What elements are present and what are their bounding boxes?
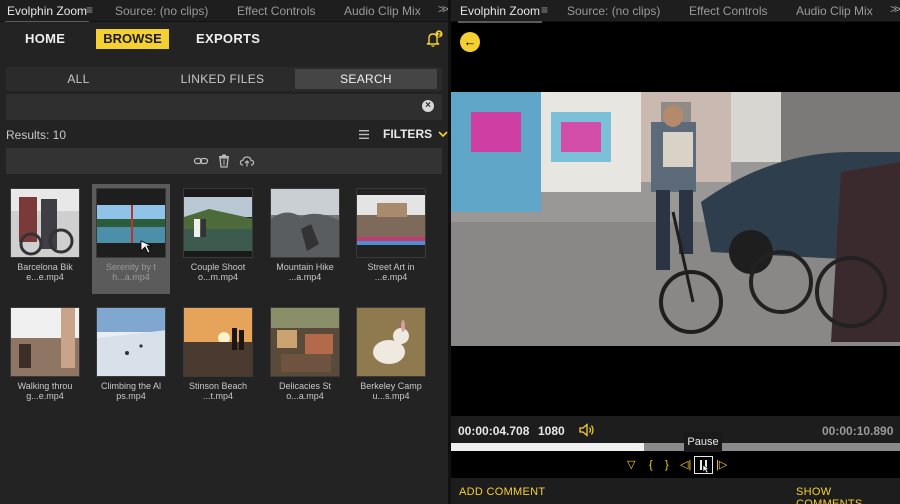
filters-label: FILTERS	[383, 127, 433, 141]
mark-out-icon[interactable]: }	[665, 458, 669, 472]
asset-name: Couple Shoot o...m.mp4	[190, 262, 246, 282]
results-count: Results: 10	[6, 128, 67, 142]
comment-footer: ADD COMMENT SHOW COMMENTS	[451, 478, 900, 504]
nav-browse[interactable]: BROWSE	[96, 29, 169, 49]
right-tab-bar: Evolphin Zoom ≡ Source: (no clips) Effec…	[451, 0, 900, 23]
asset-tile[interactable]: Walking throu g...e.mp4	[6, 307, 84, 401]
nav-home[interactable]: HOME	[25, 31, 65, 46]
zoom-player-panel: Evolphin Zoom ≡ Source: (no clips) Effec…	[451, 0, 900, 504]
cloud-upload-icon[interactable]	[239, 153, 255, 169]
asset-name: Mountain Hike ...a.mp4	[276, 262, 334, 282]
tab-audio-clip-mix[interactable]: Audio Clip Mix	[796, 4, 873, 18]
segment-search[interactable]: SEARCH	[295, 69, 437, 89]
chevron-down-icon	[438, 130, 448, 137]
asset-thumbnail-stinson-beach	[183, 307, 253, 377]
overflow-icon[interactable]: >>	[438, 2, 449, 16]
pause-button[interactable]	[694, 456, 713, 474]
clear-search-icon[interactable]: ×	[422, 100, 434, 112]
playback-controls: ▽ { } ◁| |▷	[451, 452, 900, 478]
search-input[interactable]: ×	[6, 94, 442, 120]
tab-menu-icon[interactable]: ≡	[541, 3, 548, 17]
asset-tile[interactable]: Delicacies St o...a.mp4	[266, 307, 344, 401]
time-info-bar: 00:00:04.708 1080 00:00:10.890	[451, 416, 900, 444]
asset-thumbnail-serenity	[96, 188, 166, 258]
asset-thumbnail-barcelona	[10, 188, 80, 258]
asset-thumbnail-mountain-hike	[270, 188, 340, 258]
asset-tile[interactable]: Couple Shoot o...m.mp4	[179, 188, 257, 282]
duration: 00:00:10.890	[822, 424, 894, 438]
resolution-label: 1080	[538, 424, 565, 438]
tab-source[interactable]: Source: (no clips)	[115, 4, 208, 18]
step-forward-icon[interactable]: |▷	[716, 458, 727, 472]
asset-thumbnail-delicacies	[270, 307, 340, 377]
pause-tooltip: Pause	[684, 432, 722, 452]
back-arrow-icon[interactable]: ←	[460, 32, 480, 52]
filters-button[interactable]: FILTERS	[359, 127, 448, 141]
asset-tile[interactable]: Mountain Hike ...a.mp4	[266, 188, 344, 282]
asset-action-bar	[6, 148, 442, 174]
asset-name: Walking throu g...e.mp4	[17, 381, 73, 401]
video-frame[interactable]	[451, 92, 900, 346]
filter-list-icon	[359, 129, 369, 139]
asset-tile[interactable]: Barcelona Bik e...e.mp4	[6, 188, 84, 282]
pause-icon	[700, 460, 710, 474]
notification-bell-icon[interactable]: 2	[425, 30, 443, 48]
tab-evolphin-zoom[interactable]: Evolphin Zoom	[4, 4, 90, 23]
tab-audio-clip-mix[interactable]: Audio Clip Mix	[344, 4, 421, 18]
segment-linked-files[interactable]: LINKED FILES	[151, 67, 294, 91]
view-segmented-control: ALL LINKED FILES SEARCH	[6, 67, 442, 91]
asset-thumbnail-couple-shoot	[183, 188, 253, 258]
add-marker-icon[interactable]: ▽	[627, 458, 635, 472]
asset-name: Climbing the Al ps.mp4	[100, 381, 162, 401]
trash-icon[interactable]	[216, 153, 232, 169]
current-time: 00:00:04.708	[458, 424, 530, 438]
asset-name: Barcelona Bik e...e.mp4	[17, 262, 73, 282]
asset-thumbnail-walking	[10, 307, 80, 377]
asset-thumbnail-berkeley-campus	[356, 307, 426, 377]
left-tab-bar: Evolphin Zoom ≡ Source: (no clips) Effec…	[0, 0, 449, 23]
asset-name: Stinson Beach ...t.mp4	[188, 381, 248, 401]
zoom-browser-panel: Evolphin Zoom ≡ Source: (no clips) Effec…	[0, 0, 449, 504]
tab-source[interactable]: Source: (no clips)	[567, 4, 660, 18]
asset-tile-selected[interactable]: Serenity by t h...a.mp4	[92, 184, 170, 294]
asset-name: Serenity by t h...a.mp4	[105, 262, 157, 282]
tab-evolphin-zoom[interactable]: Evolphin Zoom	[457, 4, 543, 23]
asset-tile[interactable]: Climbing the Al ps.mp4	[92, 307, 170, 401]
asset-thumbnail-climbing-alps	[96, 307, 166, 377]
asset-name: Street Art in ...e.mp4	[367, 262, 415, 282]
tab-menu-icon[interactable]: ≡	[86, 3, 93, 17]
step-back-icon[interactable]: ◁|	[680, 458, 691, 472]
link-icon[interactable]	[193, 153, 209, 169]
progress-fill	[451, 443, 645, 451]
show-comments-button[interactable]: SHOW COMMENTS	[796, 486, 900, 504]
top-nav: HOME BROWSE EXPORTS 2	[0, 22, 448, 60]
mark-in-icon[interactable]: {	[649, 458, 653, 472]
asset-thumbnail-street-art	[356, 188, 426, 258]
tab-effect-controls[interactable]: Effect Controls	[689, 4, 767, 18]
asset-name: Delicacies St o...a.mp4	[278, 381, 332, 401]
overflow-icon[interactable]: >>	[890, 2, 900, 16]
asset-name: Berkeley Camp u...s.mp4	[360, 381, 422, 401]
segment-all[interactable]: ALL	[6, 67, 151, 91]
volume-icon[interactable]	[579, 423, 595, 437]
playback-progress-bar[interactable]	[451, 443, 900, 451]
tab-effect-controls[interactable]: Effect Controls	[237, 4, 315, 18]
add-comment-button[interactable]: ADD COMMENT	[459, 486, 545, 498]
asset-tile[interactable]: Berkeley Camp u...s.mp4	[352, 307, 430, 401]
nav-exports[interactable]: EXPORTS	[196, 31, 260, 46]
asset-tile[interactable]: Street Art in ...e.mp4	[352, 188, 430, 282]
asset-tile[interactable]: Stinson Beach ...t.mp4	[179, 307, 257, 401]
